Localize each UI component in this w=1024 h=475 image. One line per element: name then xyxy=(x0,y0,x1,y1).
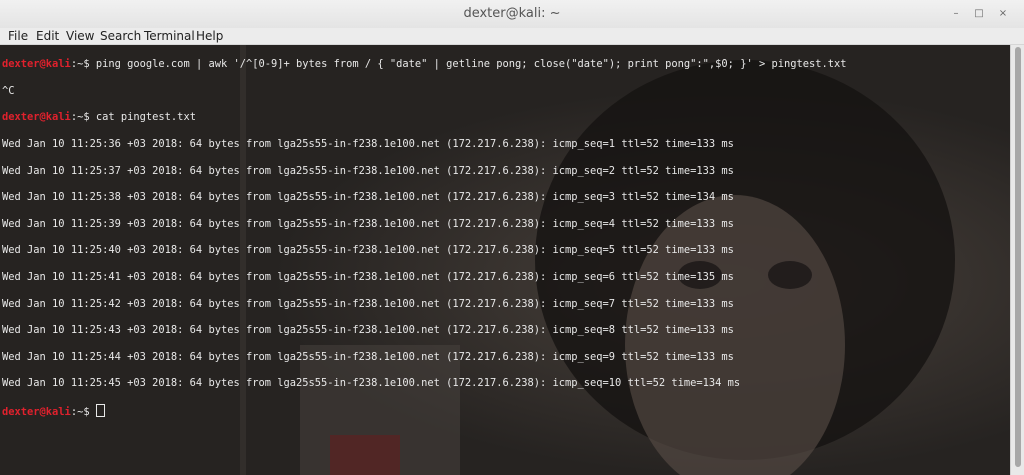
interrupt-line: ^C xyxy=(2,84,15,97)
output-line: Wed Jan 10 11:25:39 +03 2018: 64 bytes f… xyxy=(2,217,734,230)
output-line: Wed Jan 10 11:25:41 +03 2018: 64 bytes f… xyxy=(2,271,734,284)
output-line: Wed Jan 10 11:25:43 +03 2018: 64 bytes f… xyxy=(2,324,734,337)
command-line-3: dexter@kali:~$ xyxy=(2,404,847,419)
command-text: cat pingtest.txt xyxy=(95,111,196,124)
prompt-path: :~$ xyxy=(70,58,96,71)
title-bar[interactable]: dexter@kali: ~ – □ × xyxy=(0,0,1024,29)
menu-view[interactable]: View xyxy=(64,28,96,44)
window-title: dexter@kali: ~ xyxy=(463,6,561,21)
command-line-1: dexter@kali:~$ ping google.com | awk '/^… xyxy=(2,58,847,71)
menu-search[interactable]: Search xyxy=(98,28,143,44)
output-line: Wed Jan 10 11:25:40 +03 2018: 64 bytes f… xyxy=(2,244,734,257)
prompt-path: :~$ xyxy=(70,111,96,124)
minimize-icon[interactable]: – xyxy=(948,6,964,22)
output-line: Wed Jan 10 11:25:38 +03 2018: 64 bytes f… xyxy=(2,191,734,204)
menu-file[interactable]: File xyxy=(6,28,30,44)
maximize-icon[interactable]: □ xyxy=(971,6,987,22)
prompt-user: dexter@kali xyxy=(2,58,71,71)
scrollbar[interactable] xyxy=(1010,45,1024,475)
cursor[interactable] xyxy=(95,404,105,418)
prompt-user: dexter@kali xyxy=(2,406,71,419)
terminal-output: dexter@kali:~$ ping google.com | awk '/^… xyxy=(2,45,847,446)
output-line: Wed Jan 10 11:25:37 +03 2018: 64 bytes f… xyxy=(2,164,734,177)
menu-terminal[interactable]: Terminal xyxy=(142,28,197,44)
terminal-window: dexter@kali: ~ – □ × File Edit View Sear… xyxy=(0,0,1024,475)
terminal-area[interactable]: dexter@kali:~$ ping google.com | awk '/^… xyxy=(0,45,1010,475)
prompt-path: :~$ xyxy=(70,406,96,419)
command-line-2: dexter@kali:~$ cat pingtest.txt xyxy=(2,111,847,124)
close-icon[interactable]: × xyxy=(995,6,1011,22)
command-text: ping google.com | awk '/^[0-9]+ bytes fr… xyxy=(95,58,847,71)
menu-help[interactable]: Help xyxy=(194,28,225,44)
output-line: Wed Jan 10 11:25:45 +03 2018: 64 bytes f… xyxy=(2,377,741,390)
menu-edit[interactable]: Edit xyxy=(34,28,61,44)
output-line: Wed Jan 10 11:25:44 +03 2018: 64 bytes f… xyxy=(2,350,734,363)
prompt-user: dexter@kali xyxy=(2,111,71,124)
output-line: Wed Jan 10 11:25:36 +03 2018: 64 bytes f… xyxy=(2,138,734,151)
scrollbar-thumb[interactable] xyxy=(1015,47,1021,467)
output-line: Wed Jan 10 11:25:42 +03 2018: 64 bytes f… xyxy=(2,297,734,310)
menu-bar: File Edit View Search Terminal Help xyxy=(0,28,1024,45)
